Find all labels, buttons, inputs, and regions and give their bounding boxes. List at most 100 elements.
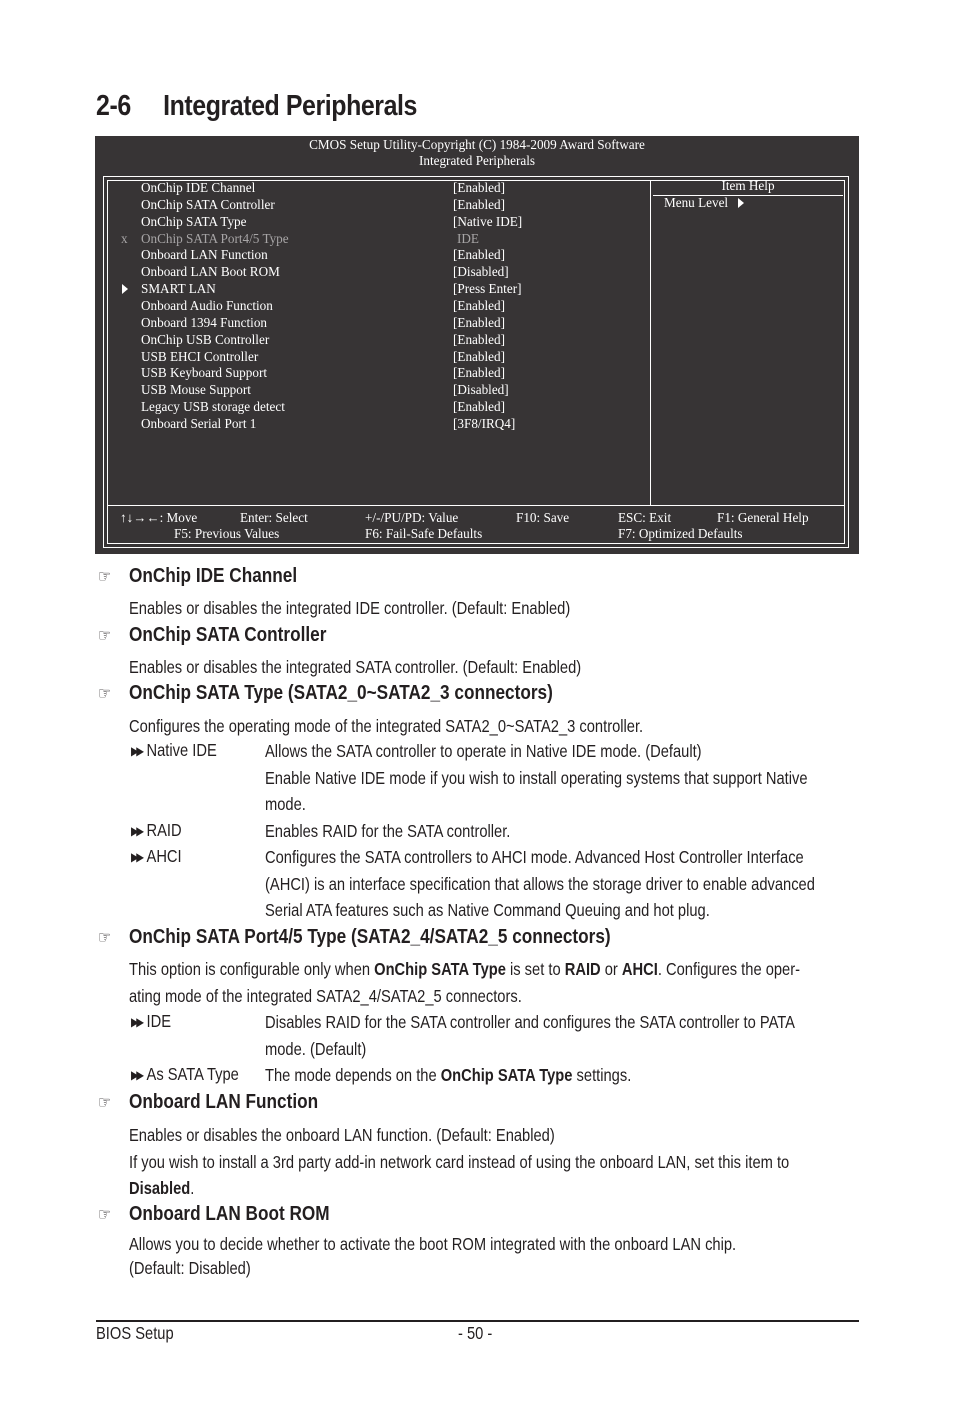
bios-item-value[interactable]: [Disabled] [453,264,509,280]
option-name: Native IDE [146,740,217,760]
text-span: is set to [505,959,565,979]
bios-item-label: USB EHCI Controller [141,348,259,364]
desc-line: (AHCI) is an interface specification tha… [265,873,815,894]
bios-item-value[interactable]: [Disabled] [453,382,509,398]
double-arrow-icon: ▶▶ [131,1015,144,1029]
page-title: 2-6 Integrated Peripherals [96,90,417,123]
double-arrow-icon: ▶▶ [131,850,144,864]
menu-level-arrow-icon [738,198,745,208]
text-span: . [190,1178,195,1198]
bios-item-row[interactable]: Onboard Audio Function [Enabled] [95,298,650,315]
option-native-ide-desc: Allows the SATA controller to operate in… [265,738,808,818]
bios-header-copyright: CMOS Setup Utility-Copyright (C) 1984-20… [309,137,645,152]
submenu-arrow-icon [122,284,128,295]
bios-item-value[interactable]: [Enabled] [453,349,505,365]
heading-onchip-sata-port45-type: ☞ OnChip SATA Port4/5 Type (SATA2_4/SATA2… [98,926,611,949]
option-raid-desc: Enables RAID for the SATA controller. [265,818,510,845]
desc-line: Allows the SATA controller to operate in… [265,741,702,761]
option-native-ide: ▶▶ Native IDE [131,740,217,761]
text-span: settings. [572,1065,632,1085]
bios-item-row[interactable]: Onboard LAN Boot ROM [Disabled] [95,264,650,281]
bios-item-label: USB Keyboard Support [141,365,268,381]
bios-item-value[interactable]: [Enabled] [453,332,505,348]
bold-span: OnChip SATA Type [440,1065,573,1085]
desc-line: ating mode of the integrated SATA2_4/SAT… [129,985,522,1006]
bios-item-row[interactable]: Onboard 1394 Function [Enabled] [95,315,650,332]
bios-item-row[interactable]: SMART LAN [Press Enter] [95,281,650,298]
text-span: or [600,959,622,979]
option-name: AHCI [146,846,182,866]
option-raid: ▶▶ RAID [131,820,182,841]
bios-item-label: OnChip SATA Controller [141,196,275,212]
option-name: IDE [146,1011,172,1031]
bios-item-label: OnChip USB Controller [141,331,270,347]
bios-item-value[interactable]: IDE [457,231,479,247]
heading-onchip-sata-type: ☞ OnChip SATA Type (SATA2_0~SATA2_3 conne… [98,682,553,705]
desc-onboard-lan-boot-rom: Allows you to decide whether to activate… [129,1232,736,1280]
bios-item-row[interactable]: OnChip USB Controller [Enabled] [95,332,650,349]
bios-item-row[interactable]: USB Mouse Support [Disabled] [95,382,650,399]
bold-span: Disabled [129,1178,191,1198]
desc-line: Enables or disables the onboard LAN func… [129,1125,555,1145]
desc-line: Disables RAID for the SATA controller an… [265,1012,795,1032]
bios-item-value[interactable]: [Enabled] [453,197,505,213]
option-ahci-desc: Configures the SATA controllers to AHCI … [265,844,815,924]
option-name: As SATA Type [146,1064,239,1084]
bios-item-value[interactable]: [Press Enter] [453,281,521,297]
bios-item-row[interactable]: OnChip SATA Type [Native IDE] [95,214,650,231]
heading-text: Onboard LAN Boot ROM [128,1203,330,1225]
key-select: Enter: Select [240,510,308,525]
bios-item-value[interactable]: [Enabled] [453,247,505,263]
double-arrow-icon: ▶▶ [131,824,144,838]
bios-item-label: OnChip SATA Port4/5 Type [141,230,289,246]
section-title: Integrated Peripherals [163,90,417,122]
desc-line: The mode depends on the OnChip SATA Type… [265,1062,631,1089]
bios-item-label: Onboard Audio Function [141,297,273,313]
item-help-title: Item Help [721,178,775,193]
bios-item-label: Legacy USB storage detect [141,399,285,415]
bios-item-row[interactable]: OnChip IDE Channel [Enabled] [95,180,650,197]
desc-line: If you wish to install a 3rd party add-i… [129,1151,790,1172]
bios-item-row[interactable]: USB EHCI Controller [Enabled] [95,349,650,366]
bios-item-label: Onboard 1394 Function [141,314,268,330]
bios-item-row[interactable]: Onboard LAN Function [Enabled] [95,247,650,264]
bios-item-row[interactable]: x OnChip SATA Port4/5 Type IDE [95,231,650,248]
heading-text: Onboard LAN Function [128,1091,319,1113]
bios-item-value[interactable]: [Native IDE] [453,214,522,230]
bios-keybar-divider [107,505,845,506]
option-as-sata-type: ▶▶ As SATA Type [131,1064,239,1085]
bios-item-row[interactable]: OnChip SATA Controller [Enabled] [95,197,650,214]
pointing-hand-icon: ☞ [98,684,112,703]
option-ide: ▶▶ IDE [131,1011,171,1032]
footer-chapter: BIOS Setup [96,1323,174,1343]
bios-item-value[interactable]: [Enabled] [453,315,505,331]
footer-rule [96,1320,859,1322]
bold-span: AHCI [621,959,658,979]
bios-item-value[interactable]: [Enabled] [453,399,505,415]
desc-line: This option is configurable only when On… [129,956,800,983]
bios-header-title: Integrated Peripherals [418,153,536,168]
desc-onchip-sata-port45-type: This option is configurable only when On… [129,956,800,1009]
bios-item-label: Onboard LAN Boot ROM [141,264,280,280]
desc-line: Allows you to decide whether to activate… [129,1234,737,1254]
option-name: RAID [146,820,182,840]
bios-item-label: Onboard Serial Port 1 [141,415,257,431]
bios-item-label: SMART LAN [141,281,216,297]
bios-item-value[interactable]: [Enabled] [453,365,505,381]
text-span: The mode depends on the [265,1065,441,1085]
bios-item-value[interactable]: [3F8/IRQ4] [453,416,515,432]
bios-item-row[interactable]: Onboard Serial Port 1 [3F8/IRQ4] [95,416,650,433]
key-failsafe-defaults: F6: Fail-Safe Defaults [365,526,483,541]
bios-item-row[interactable]: Legacy USB storage detect [Enabled] [95,399,650,416]
pointing-hand-icon: ☞ [98,626,112,645]
bios-screen: CMOS Setup Utility-Copyright (C) 1984-20… [95,136,859,554]
desc-line: Disabled. [129,1175,789,1202]
bios-item-value[interactable]: [Enabled] [453,298,505,314]
desc-onchip-sata-controller: Enables or disables the integrated SATA … [129,657,582,677]
double-arrow-icon: ▶▶ [131,744,144,758]
bios-item-row[interactable]: USB Keyboard Support [Enabled] [95,365,650,382]
bios-item-value[interactable]: [Enabled] [453,180,505,196]
pointing-hand-icon: ☞ [98,567,112,586]
heading-onboard-lan-function: ☞ Onboard LAN Function [98,1091,318,1114]
desc-line: Enable Native IDE mode if you wish to in… [265,767,808,788]
